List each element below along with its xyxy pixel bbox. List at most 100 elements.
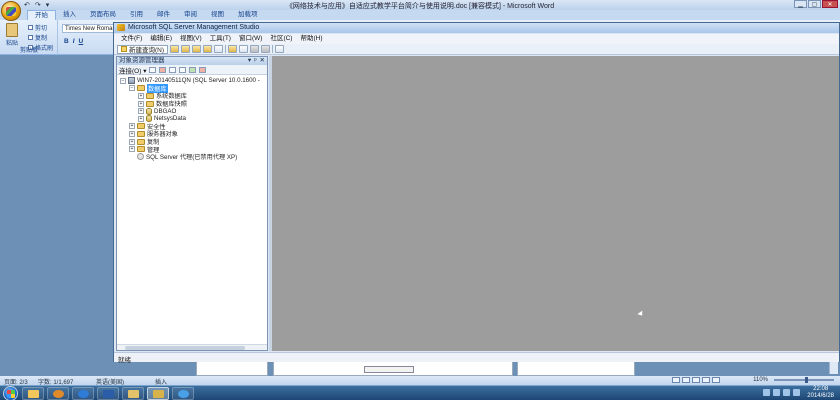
menu-help[interactable]: 帮助(H): [297, 34, 325, 44]
document-area: [272, 56, 839, 351]
object-explorer-hscrollbar[interactable]: [117, 344, 267, 350]
dropdown-icon[interactable]: ▾: [248, 57, 251, 65]
mdx-query-icon[interactable]: [192, 45, 202, 53]
volume-icon[interactable]: [773, 389, 780, 396]
tree-node-dbgao[interactable]: + DBGAO: [117, 107, 267, 115]
start-button[interactable]: [3, 386, 18, 400]
collapse-icon[interactable]: −: [129, 85, 135, 92]
input-method-icon[interactable]: [783, 389, 790, 396]
menu-tools[interactable]: 工具(T): [207, 34, 234, 44]
tab-review[interactable]: 审阅: [177, 10, 204, 20]
taskbar-explorer[interactable]: [22, 387, 44, 400]
folder-icon: [137, 123, 145, 130]
taskbar-ssms[interactable]: [147, 387, 169, 400]
tab-home[interactable]: 开始: [27, 10, 56, 20]
cut-button[interactable]: 剪切: [28, 23, 53, 32]
expand-icon[interactable]: +: [129, 138, 135, 145]
menu-view[interactable]: 视图(V): [177, 34, 205, 44]
close-button[interactable]: ✕: [822, 0, 838, 8]
analysis-query-icon[interactable]: [181, 45, 191, 53]
save-icon[interactable]: [239, 45, 249, 53]
object-explorer-tree: − WIN7-20140511QN (SQL Server 10.0.1600 …: [117, 75, 267, 161]
zoom-slider-thumb[interactable]: [805, 377, 809, 383]
taskbar: 22:08 2014/6/28: [0, 385, 840, 400]
taskbar-sogou[interactable]: [72, 387, 94, 400]
tab-insert[interactable]: 插入: [56, 10, 83, 20]
tab-page-layout[interactable]: 页面布局: [83, 10, 123, 20]
disconnect-icon[interactable]: [159, 66, 167, 73]
tab-view[interactable]: 视图: [204, 10, 231, 20]
expand-icon[interactable]: +: [138, 100, 144, 107]
tab-references[interactable]: 引用: [123, 10, 150, 20]
new-query-button[interactable]: 新建查询(N): [117, 44, 169, 54]
menu-file[interactable]: 文件(F): [118, 34, 145, 44]
print-icon[interactable]: [261, 45, 271, 53]
object-explorer-header-icons: ▾ ᵖ ✕: [248, 57, 265, 65]
tree-node-sql-agent[interactable]: SQL Server 代理(已禁用代理 XP): [117, 153, 267, 161]
dmx-query-icon[interactable]: [203, 45, 213, 53]
xmla-query-icon[interactable]: [214, 45, 224, 53]
font-name-box[interactable]: Times New Roman: [62, 24, 114, 33]
minimize-button[interactable]: ▁: [794, 0, 807, 8]
taskbar-media-player[interactable]: [47, 387, 69, 400]
outline-icon[interactable]: [702, 377, 710, 383]
expand-icon[interactable]: +: [138, 115, 144, 122]
database-engine-query-icon[interactable]: [170, 45, 180, 53]
document-page-snippet: [273, 361, 513, 376]
open-file-icon[interactable]: [228, 45, 238, 53]
underline-button[interactable]: U: [79, 38, 84, 45]
tab-add-ins[interactable]: 加载项: [231, 10, 265, 20]
clipboard-group-label: 剪贴板: [19, 48, 38, 54]
bold-button[interactable]: B: [64, 38, 69, 45]
menu-community[interactable]: 社区(C): [267, 34, 295, 44]
connect-icon[interactable]: [149, 66, 157, 73]
close-icon[interactable]: ✕: [260, 57, 265, 65]
draft-icon[interactable]: [712, 377, 720, 383]
tree-node-netsysdata[interactable]: + NetsysData: [117, 115, 267, 123]
summary-icon[interactable]: [199, 66, 207, 73]
collapse-icon[interactable]: −: [120, 77, 126, 84]
expand-icon[interactable]: +: [129, 130, 135, 137]
copy-button[interactable]: 复制: [28, 33, 53, 42]
print-layout-icon[interactable]: [672, 377, 680, 383]
menu-window[interactable]: 窗口(W): [236, 34, 265, 44]
refresh-icon[interactable]: [189, 66, 197, 73]
scrollbar-thumb[interactable]: [125, 346, 245, 350]
expand-icon[interactable]: +: [138, 92, 144, 99]
tree-node-server[interactable]: − WIN7-20140511QN (SQL Server 10.0.1600 …: [117, 77, 267, 85]
ssms-icon: [153, 390, 164, 398]
menu-edit[interactable]: 编辑(E): [147, 34, 175, 44]
zoom-slider[interactable]: [774, 377, 834, 383]
taskbar-browser[interactable]: [172, 387, 194, 400]
pin-icon[interactable]: ᵖ: [254, 57, 256, 65]
tree-node-system-databases[interactable]: + 系统数据库: [117, 92, 267, 100]
taskbar-files[interactable]: [122, 387, 144, 400]
tab-mailings[interactable]: 邮件: [150, 10, 177, 20]
flag-icon[interactable]: [793, 389, 800, 396]
expand-icon[interactable]: +: [138, 108, 144, 115]
maximize-button[interactable]: ▢: [808, 0, 821, 8]
connect-button[interactable]: 连接(O) ▾: [119, 65, 146, 75]
save-all-icon[interactable]: [250, 45, 260, 53]
tree-node-server-objects[interactable]: + 服务器对象: [117, 130, 267, 138]
zoom-level[interactable]: 110%: [753, 377, 768, 383]
office-button[interactable]: [1, 1, 21, 21]
expand-icon[interactable]: +: [129, 146, 135, 153]
taskbar-word[interactable]: [97, 387, 119, 400]
taskbar-clock[interactable]: 22:08 2014/6/28: [807, 386, 834, 400]
network-icon[interactable]: [763, 389, 770, 396]
tree-node-security[interactable]: + 安全性: [117, 123, 267, 131]
object-explorer-header: 对象资源管理器 ▾ ᵖ ✕: [117, 57, 267, 65]
activity-monitor-icon[interactable]: [275, 45, 285, 53]
filter-icon[interactable]: [179, 66, 187, 73]
full-screen-reading-icon[interactable]: [682, 377, 690, 383]
tree-node-snapshots[interactable]: + 数据库快照: [117, 100, 267, 108]
tree-node-databases[interactable]: − 数据库: [117, 83, 267, 93]
web-layout-icon[interactable]: [692, 377, 700, 383]
paste-icon[interactable]: [6, 23, 18, 37]
tree-node-replication[interactable]: + 复制: [117, 138, 267, 146]
italic-button[interactable]: I: [73, 38, 75, 45]
font-format-buttons: B I U: [64, 38, 83, 45]
stop-icon[interactable]: [169, 66, 177, 73]
expand-icon[interactable]: +: [129, 123, 135, 130]
